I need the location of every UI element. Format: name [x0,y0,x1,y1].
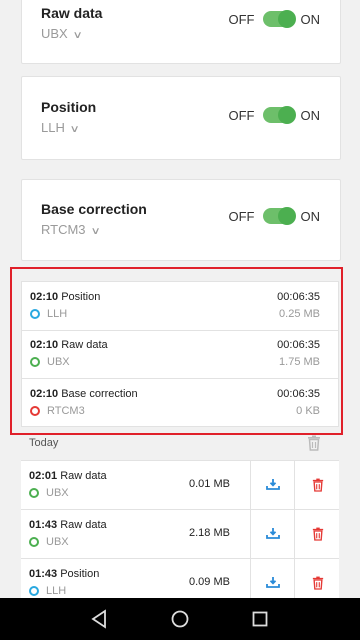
log-format-value: UBX [47,356,70,368]
log-size: 0.09 MB [189,576,230,588]
log-format: LLH [29,585,66,597]
raw-data-toggle[interactable] [262,10,296,28]
active-log-row[interactable]: 02:10 Position LLH 00:06:35 0.25 MB [22,282,338,331]
toggle-group: OFF ON [228,10,321,28]
off-label: OFF [228,11,255,27]
log-format-value: LLH [46,585,67,597]
setting-title: Raw data [41,5,103,21]
log-type: Raw data [60,470,107,482]
log-format-value: UBX [46,487,69,499]
status-dot-icon [30,309,40,319]
log-format: RTCM3 [30,405,85,417]
history-row[interactable]: 02:01 Raw data UBX 0.01 MB [21,461,339,510]
base-correction-toggle[interactable] [262,207,296,225]
log-duration: 00:06:35 [277,388,320,400]
toggle-knob [277,106,296,124]
log-format-value: LLH [47,308,68,320]
setting-card-position: Position LLH ∨ OFF ON [21,76,341,160]
status-dot-icon [29,488,39,498]
log-size: 0.25 MB [279,308,320,320]
toggle-group: OFF ON [228,207,321,225]
log-type: Raw data [60,519,107,531]
trash-icon [312,576,323,590]
log-name: 02:10 Base correction [30,388,138,400]
download-button[interactable] [250,461,295,509]
log-format: LLH [30,308,67,320]
history-group-label: Today [29,437,59,449]
log-type: Base correction [61,388,138,400]
format-value: UBX [41,26,68,41]
log-size: 2.18 MB [189,527,230,539]
on-label: ON [300,107,321,123]
toggle-knob [277,10,296,28]
delete-button[interactable] [294,461,339,509]
log-format: UBX [30,356,70,368]
chevron-down-icon: ∨ [69,124,80,135]
format-value: RTCM3 [41,222,86,237]
delete-button[interactable] [294,510,339,558]
format-value: LLH [41,120,65,135]
log-format: UBX [29,536,69,548]
log-name: 01:43 Position [29,568,99,580]
history-row[interactable]: 01:43 Raw data UBX 2.18 MB [21,510,339,559]
active-log-row[interactable]: 02:10 Raw data UBX 00:06:35 1.75 MB [22,330,338,379]
trash-icon [312,478,323,492]
log-format-value: UBX [46,536,69,548]
log-time: 02:10 [30,291,59,303]
log-name: 02:01 Raw data [29,470,107,482]
download-icon [266,479,280,490]
on-label: ON [300,11,321,27]
trash-icon [312,527,323,541]
log-size: 0.01 MB [189,478,230,490]
toggle-knob [277,207,296,225]
log-type: Position [60,568,100,580]
log-name: 01:43 Raw data [29,519,107,531]
download-icon [266,528,280,539]
setting-card-base-correction: Base correction RTCM3 ∨ OFF ON [21,179,341,261]
status-dot-icon [29,586,39,596]
setting-title: Base correction [41,201,147,217]
log-name: 02:10 Raw data [30,339,108,351]
log-name: 02:10 Position [30,291,100,303]
log-time: 01:43 [29,519,58,531]
back-icon[interactable] [87,607,111,631]
toggle-group: OFF ON [228,106,321,124]
log-format: UBX [29,487,69,499]
format-dropdown[interactable]: UBX ∨ [41,26,83,41]
setting-title: Position [41,99,97,115]
status-dot-icon [30,406,40,416]
off-label: OFF [228,107,255,123]
home-icon[interactable] [168,607,192,631]
log-duration: 00:06:35 [277,339,320,351]
system-navigation-bar [0,598,360,640]
log-type: Raw data [61,339,108,351]
format-dropdown[interactable]: RTCM3 ∨ [41,222,101,237]
chevron-down-icon: ∨ [90,226,101,237]
log-time: 02:01 [29,470,58,482]
log-time: 01:43 [29,568,58,580]
active-logs-list: 02:10 Position LLH 00:06:35 0.25 MB 02:1… [21,281,339,427]
log-format-value: RTCM3 [47,405,85,417]
log-duration: 00:06:35 [277,291,320,303]
trash-icon[interactable] [307,435,321,456]
format-dropdown[interactable]: LLH ∨ [41,120,80,135]
off-label: OFF [228,208,255,224]
position-toggle[interactable] [262,106,296,124]
log-time: 02:10 [30,388,59,400]
log-size: 0 KB [296,405,320,417]
log-size: 1.75 MB [279,356,320,368]
on-label: ON [300,208,321,224]
history-list: 02:01 Raw data UBX 0.01 MB 01:43 Raw dat… [21,460,339,611]
recents-icon[interactable] [248,607,272,631]
download-button[interactable] [250,510,295,558]
status-dot-icon [29,537,39,547]
active-log-row[interactable]: 02:10 Base correction RTCM3 00:06:35 0 K… [22,379,338,427]
log-type: Position [61,291,101,303]
chevron-down-icon: ∨ [72,30,83,41]
status-dot-icon [30,357,40,367]
log-time: 02:10 [30,339,59,351]
setting-card-raw-data: Raw data UBX ∨ OFF ON [21,0,341,64]
download-icon [266,577,280,588]
